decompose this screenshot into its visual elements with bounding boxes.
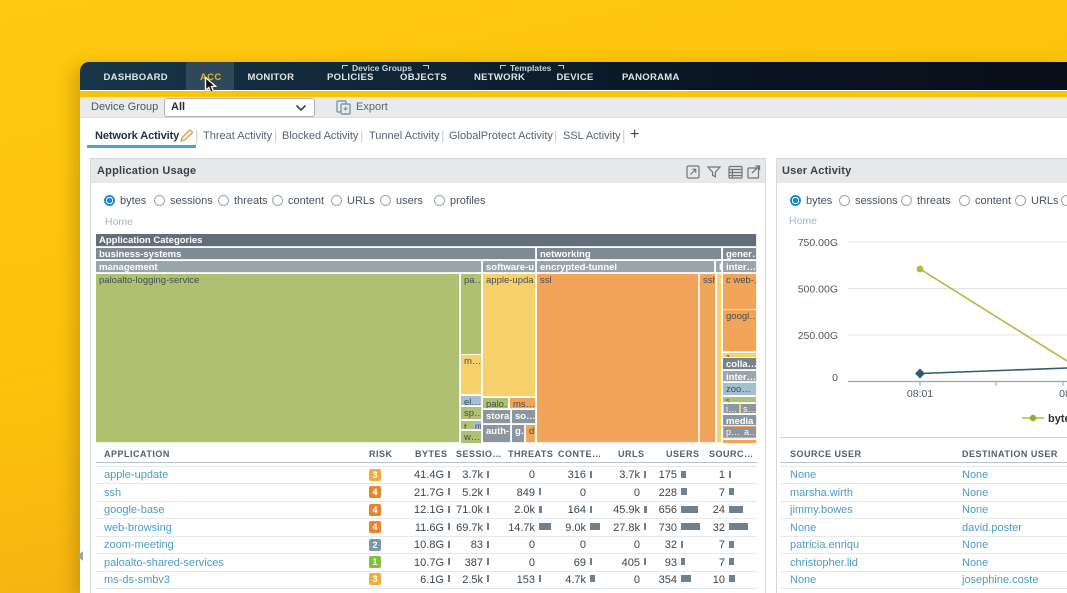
svg-text:bytes s: bytes s [1048,413,1067,425]
svg-text:250.00G: 250.00G [798,330,838,342]
svg-text:08: 08 [1059,388,1067,400]
svg-text:0: 0 [832,372,838,384]
svg-text:08:01: 08:01 [907,388,933,400]
svg-text:750.00G: 750.00G [798,237,838,249]
svg-text:500.00G: 500.00G [798,284,838,296]
